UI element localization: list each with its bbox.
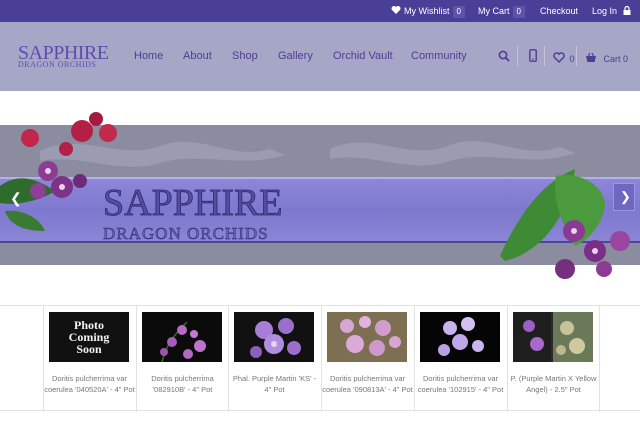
product-card[interactable]: Phal. Purple Martin 'KS' - 4" Pot bbox=[228, 306, 316, 412]
wishlist-label: My Wishlist bbox=[404, 6, 450, 16]
slider-prev-arrow[interactable]: ❮ bbox=[10, 190, 22, 207]
header-cart-label: Cart 0 bbox=[603, 54, 628, 64]
search-icon[interactable] bbox=[498, 50, 510, 62]
cart-label: My Cart bbox=[478, 6, 510, 16]
slider-next-button[interactable]: ❯ bbox=[613, 183, 635, 211]
login-label: Log In bbox=[592, 6, 618, 16]
hero-subtitle: DRAGON ORCHIDS bbox=[103, 224, 269, 243]
wishlist-link[interactable]: My Wishlist 0 bbox=[391, 0, 465, 22]
nav-divider bbox=[517, 46, 518, 66]
checkout-link[interactable]: Checkout bbox=[540, 0, 578, 22]
heart-outline-icon bbox=[553, 52, 565, 63]
nav-orchid-vault[interactable]: Orchid Vault bbox=[333, 50, 393, 62]
product-card[interactable]: Doritis pulcherrima var coerulea '102915… bbox=[414, 306, 503, 412]
photo-text-3: Soon bbox=[76, 342, 102, 356]
header-wishlist-count: 0 bbox=[569, 54, 575, 64]
nav-home[interactable]: Home bbox=[134, 50, 163, 62]
product-name[interactable]: Doritis pulcherrima '082910B' - 4" Pot bbox=[137, 373, 228, 395]
hero-banner-image: SAPPHIRE DRAGON ORCHIDS bbox=[0, 112, 640, 279]
mobile-icon[interactable] bbox=[529, 49, 537, 62]
product-image[interactable]: Photo Coming Soon bbox=[49, 312, 129, 362]
nav-divider bbox=[576, 46, 577, 66]
header-cart[interactable]: Cart 0 bbox=[585, 49, 628, 67]
header-wishlist[interactable]: 0 bbox=[553, 49, 574, 67]
product-image[interactable] bbox=[420, 312, 500, 362]
shopping-basket-icon bbox=[586, 52, 596, 62]
product-name[interactable]: P. (Purple Martin X Yellow Angel) - 2.5"… bbox=[508, 373, 599, 395]
product-image[interactable] bbox=[327, 312, 407, 362]
hero-title: SAPPHIRE bbox=[103, 182, 283, 224]
cart-count: 0 bbox=[512, 6, 525, 18]
wishlist-count: 0 bbox=[452, 6, 465, 18]
hero-slider: SAPPHIRE DRAGON ORCHIDS ❮ ❯ bbox=[0, 91, 640, 304]
product-image[interactable] bbox=[513, 312, 593, 362]
nav-shop[interactable]: Shop bbox=[232, 50, 258, 62]
product-card[interactable]: Doritis pulcherrima var coerulea '090813… bbox=[321, 306, 413, 412]
product-card[interactable]: Photo Coming Soon Doritis pulcherrima va… bbox=[43, 306, 135, 412]
top-bar: My Wishlist 0 My Cart 0 Checkout Log In bbox=[0, 0, 640, 22]
nav-about[interactable]: About bbox=[183, 50, 212, 62]
nav-gallery[interactable]: Gallery bbox=[278, 50, 313, 62]
product-name[interactable]: Doritis pulcherrima var coerulea '102915… bbox=[415, 373, 506, 395]
product-card[interactable]: Doritis pulcherrima '082910B' - 4" Pot bbox=[136, 306, 222, 412]
product-name[interactable]: Doritis pulcherrima var coerulea '040520… bbox=[44, 373, 135, 395]
lock-icon bbox=[623, 5, 631, 15]
product-image[interactable] bbox=[142, 312, 222, 362]
login-link[interactable]: Log In bbox=[592, 0, 631, 22]
product-image[interactable] bbox=[234, 312, 314, 362]
main-header: SAPPHIRE DRAGON ORCHIDS Home About Shop … bbox=[0, 22, 640, 91]
product-carousel: Photo Coming Soon Doritis pulcherrima va… bbox=[0, 305, 640, 412]
product-name[interactable]: Doritis pulcherrima var coerulea '090813… bbox=[322, 373, 413, 395]
product-name[interactable]: Phal. Purple Martin 'KS' - 4" Pot bbox=[229, 373, 320, 395]
nav-community[interactable]: Community bbox=[411, 50, 467, 62]
chevron-right-icon: ❯ bbox=[620, 189, 631, 204]
cart-link[interactable]: My Cart 0 bbox=[478, 0, 525, 22]
product-card[interactable]: P. (Purple Martin X Yellow Angel) - 2.5"… bbox=[507, 306, 600, 412]
nav-divider bbox=[544, 46, 545, 66]
heart-icon bbox=[391, 6, 401, 14]
logo-subtitle: DRAGON ORCHIDS bbox=[18, 60, 97, 69]
